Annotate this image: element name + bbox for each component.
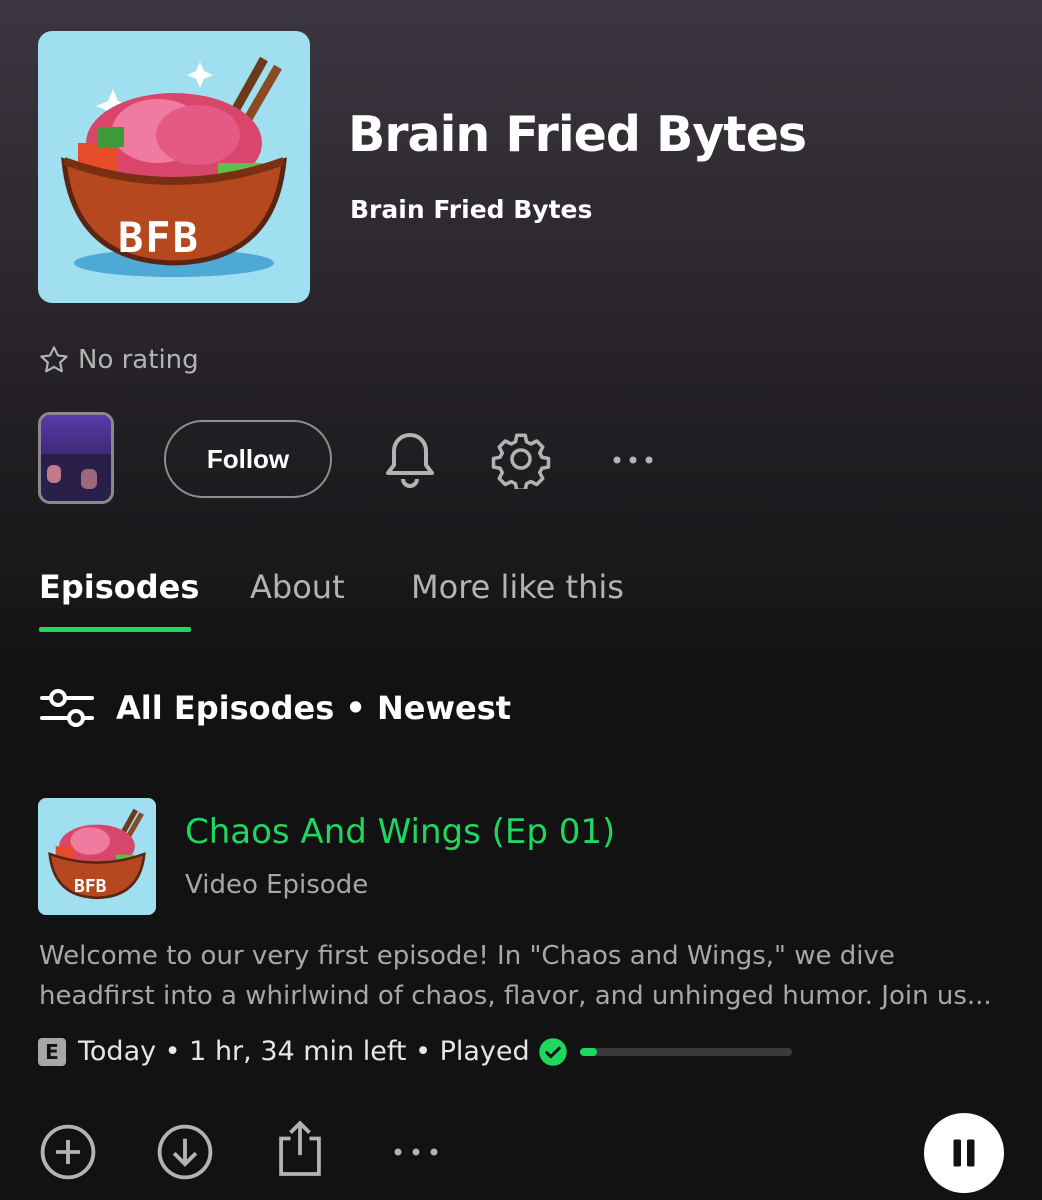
download-icon[interactable] (155, 1122, 215, 1182)
episode-progress-bar (579, 1047, 792, 1056)
episode-art-lettering: BFB (74, 876, 107, 897)
cover-art-lettering: BFB (118, 213, 200, 262)
show-author[interactable]: Brain Fried Bytes (350, 195, 592, 224)
episode-more-options-icon[interactable] (390, 1140, 442, 1164)
video-preview-thumbnail[interactable] (38, 412, 114, 504)
episode-title[interactable]: Chaos And Wings (Ep 01) (185, 812, 615, 852)
played-check-icon (538, 1037, 567, 1066)
tab-more-like-this[interactable]: More like this (411, 568, 624, 606)
episode-filter[interactable]: All Episodes • Newest (40, 686, 511, 730)
add-to-library-icon[interactable] (38, 1122, 98, 1182)
filter-sliders-icon (40, 689, 94, 727)
active-tab-indicator (39, 627, 191, 632)
settings-gear-icon[interactable] (490, 428, 552, 490)
star-icon (40, 346, 68, 373)
tab-episodes[interactable]: Episodes (39, 568, 199, 606)
episode-meta-text: Today • 1 hr, 34 min left • Played (78, 1036, 530, 1067)
more-options-icon[interactable] (608, 440, 658, 480)
episode-description-line: Welcome to our very first episode! In "C… (39, 941, 895, 971)
notification-bell-icon[interactable] (380, 428, 440, 490)
rating[interactable]: No rating (38, 344, 199, 376)
pause-icon (953, 1139, 975, 1167)
episode-description[interactable]: Welcome to our very first episode! In "C… (39, 936, 1009, 1016)
rating-label: No rating (78, 345, 199, 375)
tab-about[interactable]: About (250, 568, 345, 606)
episode-type: Video Episode (185, 870, 369, 900)
action-row: Follow (38, 410, 698, 508)
follow-button[interactable]: Follow (164, 420, 332, 498)
pause-button[interactable] (924, 1113, 1004, 1193)
episode-description-line: headfirst into a whirlwind of chaos, fla… (39, 981, 992, 1011)
explicit-badge: E (38, 1037, 66, 1066)
show-title: Brain Fried Bytes (348, 106, 807, 163)
filter-label: All Episodes • Newest (116, 689, 512, 727)
podcast-cover-art: BFB (38, 31, 310, 303)
bowl-logo-icon (61, 56, 287, 277)
episode-progress-fill (579, 1047, 597, 1056)
bowl-logo-icon (48, 808, 146, 900)
tab-bar: Episodes About More like this (38, 560, 738, 635)
episode-art[interactable]: BFB (38, 798, 156, 915)
share-icon[interactable] (272, 1118, 328, 1178)
episode-meta: E Today • 1 hr, 34 min left • Played (38, 1036, 792, 1067)
